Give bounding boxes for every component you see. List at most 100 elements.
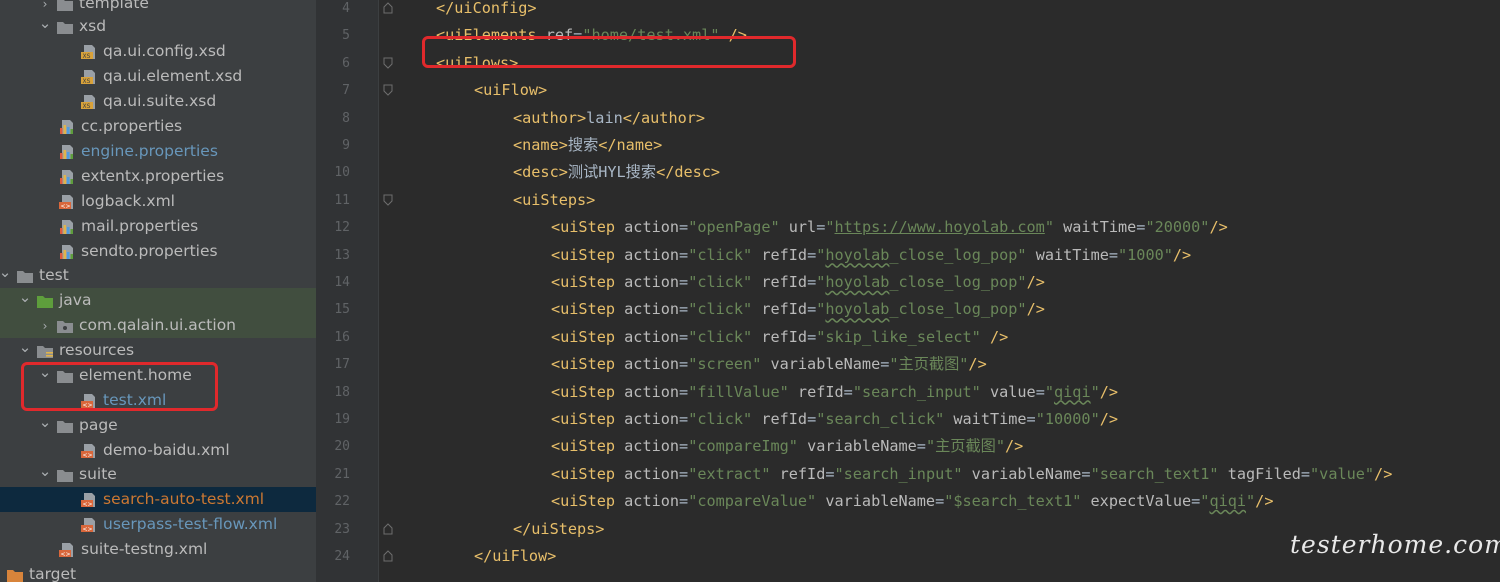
- tree-item-sendto-properties[interactable]: ›sendto.properties: [0, 239, 316, 264]
- code-line[interactable]: <uiStep action="compareImg" variableName…: [551, 433, 1023, 460]
- tree-item-qa-ui-element-xsd[interactable]: ›XSqa.ui.element.xsd: [0, 64, 316, 89]
- code-line[interactable]: <uiStep action="click" refId="hoyolab_cl…: [551, 242, 1191, 269]
- code-token: "1000": [1118, 245, 1173, 264]
- tree-item-engine-properties[interactable]: ›engine.properties: [0, 139, 316, 164]
- fold-marker-icon[interactable]: [383, 522, 393, 535]
- chevron-right-icon[interactable]: ›: [34, 319, 56, 333]
- code-token: "主页截图": [889, 355, 969, 374]
- code-token: action: [624, 410, 680, 428]
- code-token: "fillValue": [688, 382, 789, 401]
- chevron-down-icon[interactable]: ⌄: [0, 263, 16, 281]
- chevron-down-icon[interactable]: ⌄: [34, 14, 56, 32]
- svg-text:<>: <>: [61, 203, 71, 210]
- chevron-down-icon[interactable]: ⌄: [34, 413, 56, 431]
- fold-marker-icon[interactable]: [383, 194, 393, 206]
- line-number: 12: [334, 220, 350, 236]
- code-token: refId: [752, 410, 808, 428]
- code-token: =: [679, 464, 689, 483]
- chevron-down-icon[interactable]: ⌄: [34, 462, 56, 480]
- tree-item-extentx-properties[interactable]: ›extentx.properties: [0, 164, 316, 189]
- code-token: action: [624, 245, 680, 264]
- code-line[interactable]: <author>lain</author>: [513, 105, 705, 132]
- code-token: refId: [770, 464, 826, 483]
- tree-item-test[interactable]: ⌄ test: [0, 263, 310, 288]
- line-number: 6: [342, 55, 350, 71]
- code-line[interactable]: <uiStep action="click" refId="search_cli…: [551, 406, 1118, 433]
- tree-item-target[interactable]: ›target: [0, 562, 300, 582]
- tree-item-logback-xml[interactable]: ›<>logback.xml: [0, 189, 316, 214]
- highlight-box-uielements: [422, 36, 796, 68]
- tree-item-page[interactable]: ⌄ page: [0, 413, 316, 438]
- code-token: "search_click": [816, 410, 945, 428]
- code-line[interactable]: </uiConfig>: [436, 0, 537, 22]
- code-token: ": [1246, 492, 1256, 511]
- tree-item-search-auto-test-xml[interactable]: ›<>search-auto-test.xml: [0, 487, 316, 512]
- code-token: "click": [688, 410, 753, 428]
- line-number: 8: [342, 110, 350, 126]
- code-line[interactable]: <desc>测试HYL搜索</desc>: [513, 159, 720, 186]
- code-token: <uiStep: [551, 382, 625, 401]
- code-token: </name>: [598, 136, 663, 154]
- tree-item-label: java: [59, 291, 92, 309]
- code-token: qiqi: [1209, 492, 1247, 511]
- code-line[interactable]: <uiStep action="compareValue" variableNa…: [551, 488, 1273, 515]
- code-line[interactable]: <uiStep action="openPage" url="https://w…: [551, 214, 1228, 241]
- code-line[interactable]: <uiStep action="extract" refId="search_i…: [551, 461, 1392, 488]
- line-number: 21: [334, 466, 350, 482]
- svg-text:<>: <>: [83, 501, 93, 508]
- fold-marker-icon[interactable]: [383, 2, 393, 14]
- tree-item-suite-testng-xml[interactable]: ›<>suite-testng.xml: [0, 537, 316, 562]
- tree-item-userpass-test-flow-xml[interactable]: ›<>userpass-test-flow.xml: [0, 512, 316, 537]
- code-token: value: [980, 382, 1036, 401]
- code-token: />: [1099, 410, 1119, 428]
- code-token: =: [1081, 464, 1091, 483]
- chevron-down-icon[interactable]: ⌄: [14, 288, 36, 306]
- code-token: variableName: [962, 464, 1082, 483]
- folder-icon: [57, 0, 73, 11]
- tree-item-cc-properties[interactable]: ›cc.properties: [0, 114, 316, 139]
- code-line[interactable]: <uiStep action="click" refId="skip_like_…: [551, 324, 1008, 351]
- code-line[interactable]: <uiStep action="screen" variableName="主页…: [551, 351, 987, 378]
- chevron-right-icon[interactable]: ›: [34, 0, 56, 11]
- code-token: <uiStep: [551, 492, 625, 511]
- code-token: waitTime: [944, 410, 1027, 428]
- code-line[interactable]: </uiFlow>: [474, 543, 556, 570]
- code-token: <uiStep: [551, 464, 625, 483]
- code-token: <name>: [513, 136, 568, 154]
- code-token: <uiStep: [551, 355, 625, 374]
- tree-item-mail-properties[interactable]: ›mail.properties: [0, 214, 316, 239]
- code-token: =: [679, 300, 689, 319]
- line-number: 9: [342, 138, 350, 153]
- code-line[interactable]: <uiSteps>: [513, 187, 595, 214]
- tree-item-com-qalain-ui-action[interactable]: › com.qalain.ui.action: [0, 313, 316, 338]
- code-token: _close_log_pop": [889, 300, 1027, 319]
- fold-marker-icon[interactable]: [383, 550, 393, 562]
- code-line[interactable]: <uiFlow>: [474, 77, 547, 104]
- code-line[interactable]: </uiSteps>: [513, 516, 604, 543]
- code-token: <uiSteps>: [513, 190, 596, 209]
- code-token: hoyolab: [825, 245, 890, 264]
- code-line[interactable]: <name>搜索</name>: [513, 132, 662, 159]
- tree-item-java[interactable]: ⌄ java: [0, 288, 316, 313]
- chevron-down-icon[interactable]: ⌄: [14, 338, 36, 356]
- code-token: waitTime: [1026, 245, 1109, 264]
- code-line[interactable]: <uiStep action="fillValue" refId="search…: [551, 379, 1118, 406]
- tree-item-xsd[interactable]: ⌄ xsd: [0, 14, 316, 39]
- code-editor[interactable]: 4 5 6 7 8 9 10 11 12 13 14 15 16 17 18 19 20 21 22 23 24 </u…: [316, 0, 1500, 582]
- code-line[interactable]: <uiStep action="click" refId="hoyolab_cl…: [551, 269, 1045, 296]
- code-token: <author>: [513, 108, 587, 127]
- tree-item-resources[interactable]: ⌄ resources: [0, 338, 316, 363]
- tree-item-qa-ui-suite-xsd[interactable]: ›XSqa.ui.suite.xsd: [0, 89, 316, 114]
- code-token: lain: [586, 108, 623, 127]
- tree-item-qa-ui-config-xsd[interactable]: ›XSqa.ui.config.xsd: [0, 39, 316, 64]
- code-token: <uiFlow>: [474, 81, 548, 100]
- code-token: expectValue: [1081, 492, 1192, 511]
- code-token: ": [1044, 382, 1055, 401]
- code-line[interactable]: <uiStep action="click" refId="hoyolab_cl…: [551, 296, 1045, 323]
- fold-marker-icon[interactable]: [383, 57, 393, 69]
- tree-item-demo-baidu-xml[interactable]: ›<>demo-baidu.xml: [0, 438, 316, 463]
- code-token: =: [807, 410, 817, 428]
- fold-marker-icon[interactable]: [383, 84, 393, 96]
- code-token: "screen": [688, 355, 762, 374]
- tree-item-suite[interactable]: ⌄ suite: [0, 462, 316, 487]
